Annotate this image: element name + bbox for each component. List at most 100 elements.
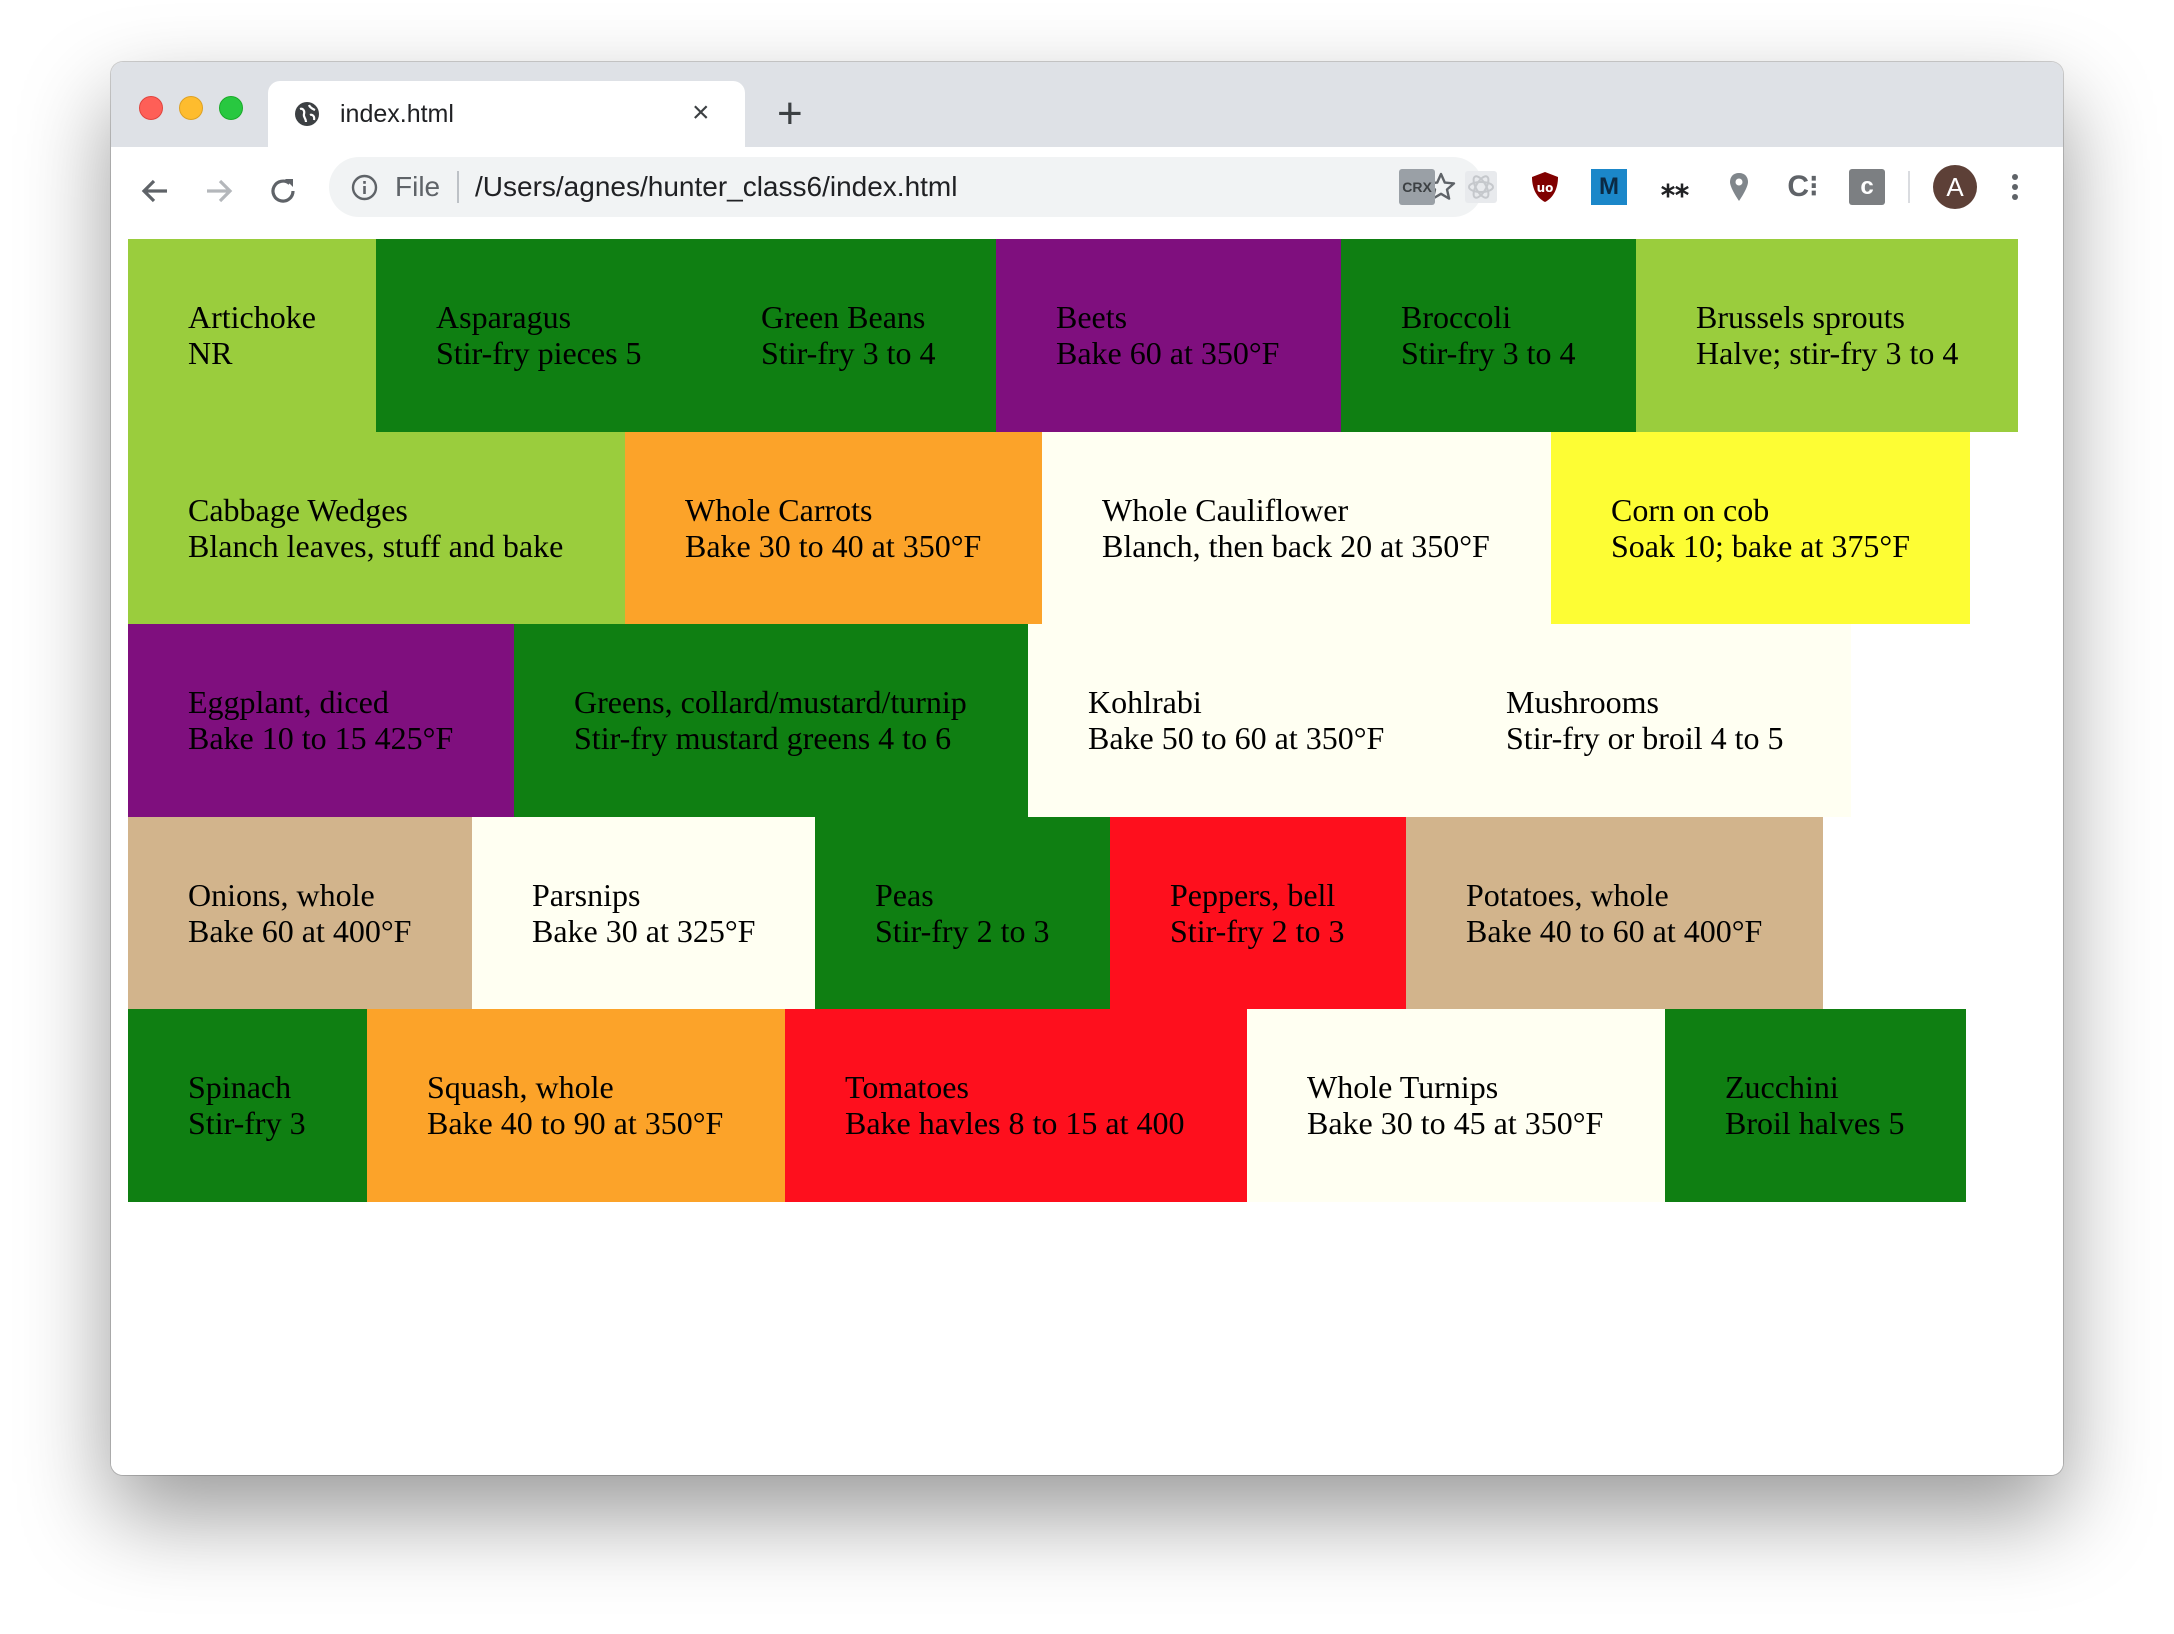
address-bar[interactable]: File /Users/agnes/hunter_class6/index.ht… xyxy=(329,157,1483,217)
veg-tile: Parsnips Bake 30 at 325°F xyxy=(472,817,815,1009)
more-menu-icon[interactable] xyxy=(2005,167,2025,207)
veg-note: Bake havles 8 to 15 at 400 xyxy=(845,1105,1185,1141)
veg-tile: Whole Carrots Bake 30 to 40 at 350°F xyxy=(625,432,1042,624)
react-devtools-icon[interactable] xyxy=(1463,169,1499,205)
close-window-button[interactable] xyxy=(139,96,163,120)
veg-note: Stir-fry mustard greens 4 to 6 xyxy=(574,720,952,756)
veg-tile: Beets Bake 60 at 350°F xyxy=(996,239,1341,432)
veg-name: Whole Cauliflower xyxy=(1102,492,1349,528)
profile-avatar[interactable]: A xyxy=(1933,165,1977,209)
veg-name: Artichoke xyxy=(188,299,316,335)
veg-note: Bake 10 to 15 425°F xyxy=(188,720,454,756)
veg-note: Soak 10; bake at 375°F xyxy=(1611,528,1910,564)
minimize-window-button[interactable] xyxy=(179,96,203,120)
forward-arrow-icon[interactable] xyxy=(199,171,239,211)
veg-name: Zucchini xyxy=(1725,1069,1839,1105)
veg-note: Bake 30 to 40 at 350°F xyxy=(685,528,982,564)
veg-tile: Broccoli Stir-fry 3 to 4 xyxy=(1341,239,1636,432)
veg-tile: Peas Stir-fry 2 to 3 xyxy=(815,817,1110,1009)
veg-note: Bake 50 to 60 at 350°F xyxy=(1088,720,1385,756)
veg-name: Greens, collard/mustard/turnip xyxy=(574,684,967,720)
tab-title: index.html xyxy=(340,100,454,128)
veg-tile: Squash, whole Bake 40 to 90 at 350°F xyxy=(367,1009,785,1202)
veg-note: Bake 40 to 90 at 350°F xyxy=(427,1105,724,1141)
veg-name: Tomatoes xyxy=(845,1069,969,1105)
veg-note: Bake 30 at 325°F xyxy=(532,913,756,949)
back-arrow-icon[interactable] xyxy=(135,171,175,211)
veg-note: Bake 40 to 60 at 400°F xyxy=(1466,913,1763,949)
veg-note: Stir-fry pieces 5 xyxy=(436,335,642,371)
browser-window: index.html × + File /Users/agnes/hunter_… xyxy=(111,62,2063,1475)
veg-tile: Spinach Stir-fry 3 xyxy=(128,1009,367,1202)
veg-name: Spinach xyxy=(188,1069,292,1105)
veg-tile: Whole Cauliflower Blanch, then back 20 at… xyxy=(1042,432,1551,624)
tab-index-html[interactable]: index.html × xyxy=(268,81,745,147)
c-extension-icon[interactable]: c xyxy=(1849,169,1885,205)
ci-extension-icon[interactable]: C⁝ xyxy=(1785,169,1821,205)
veg-name: Potatoes, whole xyxy=(1466,877,1669,913)
globe-icon xyxy=(295,102,319,126)
veg-name: Green Beans xyxy=(761,299,926,335)
veg-note: Blanch, then back 20 at 350°F xyxy=(1102,528,1490,564)
map-pin-icon[interactable] xyxy=(1721,169,1757,205)
info-icon[interactable] xyxy=(351,174,378,201)
veg-tile: Green Beans Stir-fry 3 to 4 xyxy=(701,239,996,432)
asterisks-extension-icon[interactable]: ⁎⁎ xyxy=(1657,169,1693,205)
svg-text:uo: uo xyxy=(1537,181,1554,195)
veg-name: Asparagus xyxy=(436,299,572,335)
veg-tile: Corn on cob Soak 10; bake at 375°F xyxy=(1551,432,1970,624)
veg-tile: Cabbage Wedges Blanch leaves, stuff and b… xyxy=(128,432,625,624)
veg-note: NR xyxy=(188,335,233,371)
veg-note: Broil halves 5 xyxy=(1725,1105,1905,1141)
veg-name: Cabbage Wedges xyxy=(188,492,408,528)
url-text[interactable]: /Users/agnes/hunter_class6/index.html xyxy=(475,170,957,204)
reload-icon[interactable] xyxy=(263,171,303,211)
page-content: Artichoke NR Asparagus Stir-fry pieces 5 G… xyxy=(111,222,2063,1475)
veg-tile: Mushrooms Stir-fry or broil 4 to 5 xyxy=(1446,624,1851,817)
veg-name: Squash, whole xyxy=(427,1069,614,1105)
veg-name: Parsnips xyxy=(532,877,641,913)
veg-name: Whole Carrots xyxy=(685,492,873,528)
veg-note: Bake 30 to 45 at 350°F xyxy=(1307,1105,1604,1141)
veg-tile: Zucchini Broil halves 5 xyxy=(1665,1009,1966,1202)
omnibox-divider xyxy=(457,171,459,203)
file-scheme-label: File xyxy=(395,171,441,202)
veg-note: Stir-fry 2 to 3 xyxy=(1170,913,1345,949)
veg-tile: Kohlrabi Bake 50 to 60 at 350°F xyxy=(1028,624,1446,817)
veg-tile: Tomatoes Bake havles 8 to 15 at 400 xyxy=(785,1009,1247,1202)
veg-note: Stir-fry 3 to 4 xyxy=(1401,335,1576,371)
veg-tile: Peppers, bell Stir-fry 2 to 3 xyxy=(1110,817,1406,1009)
veg-name: Peppers, bell xyxy=(1170,877,1336,913)
veg-tile: Artichoke NR xyxy=(128,239,376,432)
veg-name: Peas xyxy=(875,877,934,913)
veg-tile: Greens, collard/mustard/turnip Stir-fry m… xyxy=(514,624,1028,817)
veg-name: Eggplant, diced xyxy=(188,684,389,720)
veg-name: Corn on cob xyxy=(1611,492,1770,528)
veg-note: Stir-fry or broil 4 to 5 xyxy=(1506,720,1784,756)
veg-name: Brussels sprouts xyxy=(1696,299,1905,335)
toolbar-divider xyxy=(1908,171,1910,203)
veg-tile: Asparagus Stir-fry pieces 5 xyxy=(376,239,701,432)
veg-note: Blanch leaves, stuff and bake xyxy=(188,528,564,564)
zoom-window-button[interactable] xyxy=(219,96,243,120)
veg-name: Mushrooms xyxy=(1506,684,1659,720)
veg-tile: Eggplant, diced Bake 10 to 15 425°F xyxy=(128,624,514,817)
veg-name: Broccoli xyxy=(1401,299,1512,335)
veg-note: Bake 60 at 400°F xyxy=(188,913,412,949)
veg-note: Stir-fry 3 xyxy=(188,1105,306,1141)
veg-name: Kohlrabi xyxy=(1088,684,1202,720)
crx-extension-icon[interactable]: CRX xyxy=(1399,169,1435,205)
veg-tile: Brussels sprouts Halve; stir-fry 3 to 4 xyxy=(1636,239,2018,432)
veg-name: Onions, whole xyxy=(188,877,375,913)
veg-tile: Onions, whole Bake 60 at 400°F xyxy=(128,817,472,1009)
veg-tile: Potatoes, whole Bake 40 to 60 at 400°F xyxy=(1406,817,1823,1009)
veg-note: Bake 60 at 350°F xyxy=(1056,335,1280,371)
new-tab-button[interactable]: + xyxy=(777,92,803,136)
m-extension-icon[interactable]: M xyxy=(1591,169,1627,205)
veg-name: Beets xyxy=(1056,299,1128,335)
tab-close-icon[interactable]: × xyxy=(692,98,710,128)
ublock-shield-icon[interactable]: uo xyxy=(1527,169,1563,205)
veg-note: Halve; stir-fry 3 to 4 xyxy=(1696,335,1959,371)
veg-note: Stir-fry 3 to 4 xyxy=(761,335,936,371)
tab-strip: index.html × + xyxy=(111,62,2063,147)
